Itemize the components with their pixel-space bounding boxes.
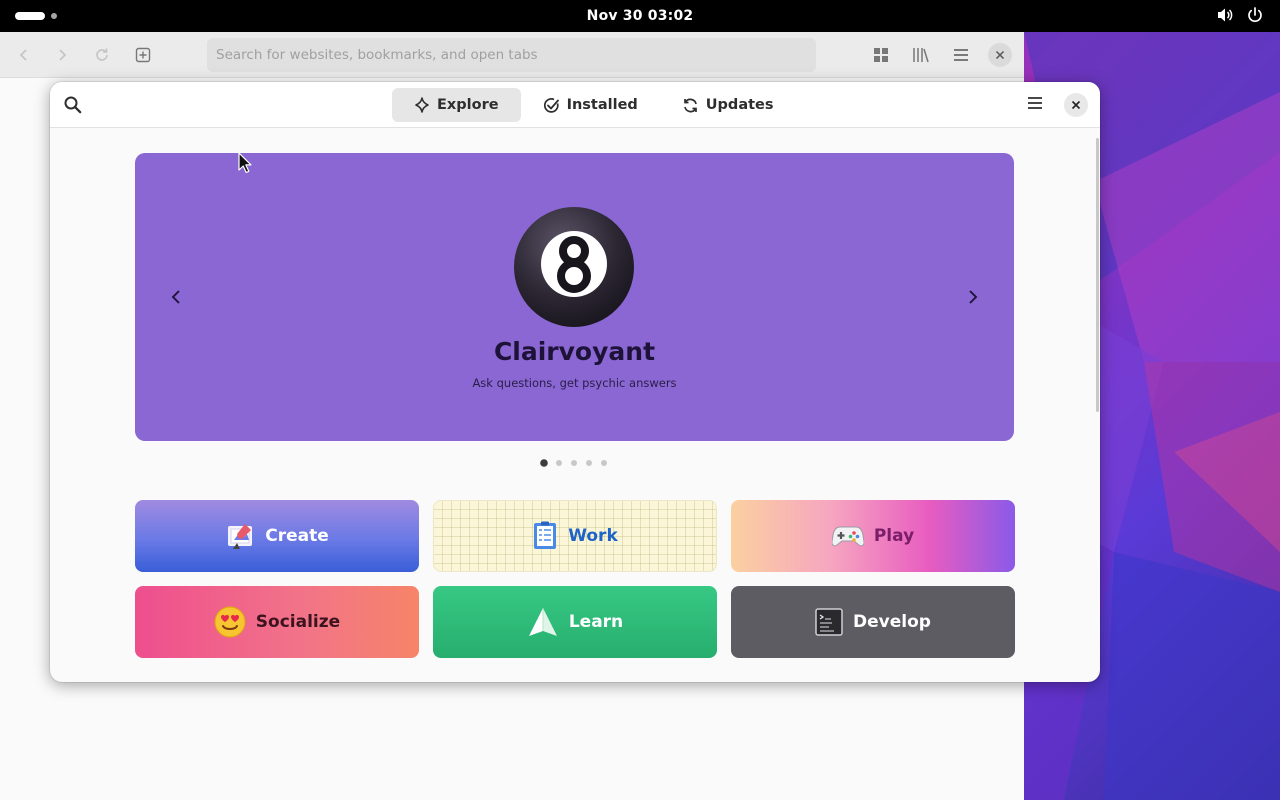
scrollbar[interactable] [1096, 138, 1099, 412]
refresh-icon [682, 97, 699, 114]
featured-app-name: Clairvoyant [493, 337, 656, 366]
category-label: Create [265, 526, 329, 546]
heart-eyes-emoji-icon [214, 606, 246, 638]
new-tab-icon[interactable] [132, 44, 154, 66]
magic-8-ball-icon [513, 206, 635, 328]
gamepad-icon [831, 523, 864, 549]
close-icon[interactable] [1064, 93, 1088, 117]
close-icon[interactable] [988, 43, 1012, 67]
search-icon[interactable] [63, 95, 83, 115]
chevron-right-icon[interactable] [961, 285, 985, 309]
tab-installed[interactable]: Installed [521, 88, 660, 122]
category-develop-button[interactable]: Develop [731, 586, 1015, 658]
reload-icon[interactable] [91, 44, 113, 66]
library-icon[interactable] [910, 44, 932, 66]
category-label: Socialize [255, 612, 341, 632]
software-header-bar: Explore Installed Updates [50, 82, 1100, 128]
terminal-icon [815, 608, 843, 636]
featured-app-summary: Ask questions, get psychic answers [472, 376, 677, 390]
carousel-dot[interactable] [556, 460, 562, 466]
view-switcher: Explore Installed Updates [392, 88, 796, 122]
carousel-dot[interactable] [571, 460, 577, 466]
tab-label: Explore [437, 97, 499, 113]
tab-explore[interactable]: Explore [392, 88, 521, 122]
check-circle-icon [543, 97, 560, 114]
browser-toolbar: Search for websites, bookmarks, and open… [0, 32, 1024, 78]
category-label: Work [568, 526, 618, 546]
power-icon[interactable] [1246, 6, 1264, 24]
volume-icon[interactable] [1216, 6, 1234, 24]
category-work-button[interactable]: Work [433, 500, 717, 572]
back-icon[interactable] [13, 44, 35, 66]
paper-plane-icon [527, 606, 559, 638]
carousel-indicator [540, 459, 608, 467]
tab-overview-icon[interactable] [870, 44, 892, 66]
top-bar: Nov 30 03:02 [0, 0, 1280, 32]
category-label: Develop [853, 612, 931, 632]
carousel-dot[interactable] [540, 459, 548, 467]
forward-icon[interactable] [51, 44, 73, 66]
hamburger-menu-icon[interactable] [1026, 95, 1048, 115]
system-tray[interactable] [1216, 6, 1264, 24]
create-icon [225, 521, 255, 551]
mouse-cursor-icon [238, 152, 252, 174]
tab-label: Updates [705, 97, 774, 113]
carousel-dot[interactable] [601, 460, 607, 466]
url-bar[interactable]: Search for websites, bookmarks, and open… [207, 38, 816, 72]
carousel-dot[interactable] [586, 460, 592, 466]
tab-label: Installed [566, 97, 638, 113]
software-window: Explore Installed Updates Clairvoyant As… [50, 82, 1100, 682]
featured-carousel[interactable]: Clairvoyant Ask questions, get psychic a… [135, 153, 1014, 441]
category-socialize-button[interactable]: Socialize [135, 586, 419, 658]
tab-updates[interactable]: Updates [660, 88, 796, 122]
clock[interactable]: Nov 30 03:02 [0, 0, 1280, 32]
category-label: Learn [568, 612, 624, 632]
category-learn-button[interactable]: Learn [433, 586, 717, 658]
chevron-left-icon[interactable] [164, 285, 188, 309]
category-play-button[interactable]: Play [731, 500, 1015, 572]
work-icon [532, 521, 558, 551]
hamburger-menu-icon[interactable] [950, 44, 972, 66]
category-create-button[interactable]: Create [135, 500, 419, 572]
sparkle-icon [414, 97, 430, 113]
category-label: Play [873, 526, 915, 546]
